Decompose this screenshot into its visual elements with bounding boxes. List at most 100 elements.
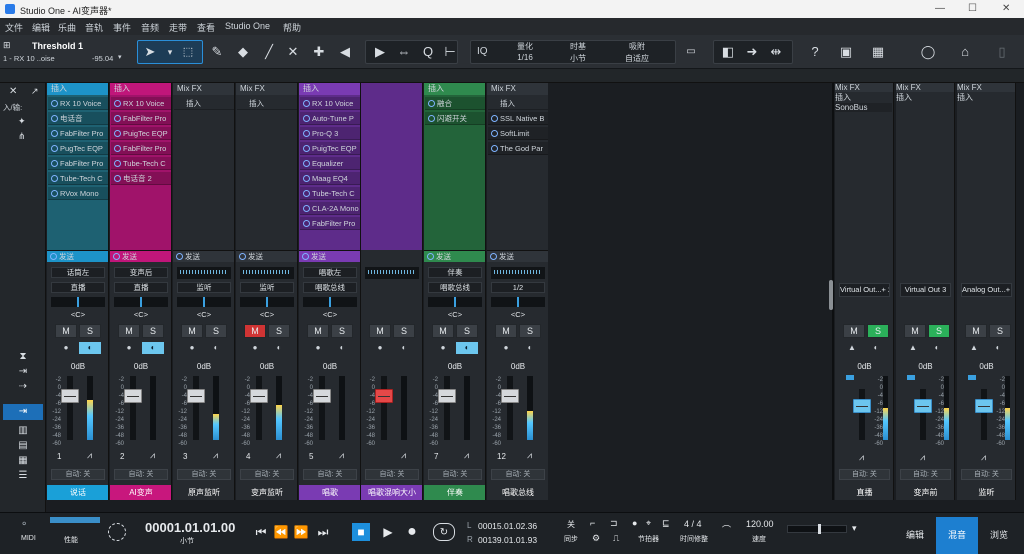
insert-slot[interactable]: FabFilter Pro bbox=[300, 217, 360, 230]
insert-slot[interactable]: RX 10 Voice bbox=[300, 97, 360, 110]
solo-button[interactable]: S bbox=[519, 324, 541, 338]
settings-icon[interactable]: ⚙ bbox=[592, 533, 600, 544]
pan-knob[interactable] bbox=[491, 297, 545, 307]
listen-icon[interactable]: ⊢ bbox=[440, 42, 460, 62]
channel-name[interactable]: AI变声 bbox=[110, 485, 171, 500]
volume-fader[interactable] bbox=[853, 399, 871, 413]
volume-fader[interactable] bbox=[61, 389, 79, 403]
power-icon[interactable] bbox=[302, 253, 309, 260]
record-arm-icon[interactable]: ● bbox=[495, 342, 517, 354]
automation-mode[interactable]: 自动: 关 bbox=[177, 469, 231, 480]
pan-knob[interactable] bbox=[51, 297, 105, 307]
pan-knob[interactable] bbox=[177, 297, 231, 307]
master-volume-slider[interactable] bbox=[787, 524, 847, 534]
send-header[interactable]: 发送 bbox=[487, 250, 548, 262]
insert-slot[interactable]: FabFilter Pro bbox=[111, 112, 171, 125]
power-icon[interactable] bbox=[427, 253, 434, 260]
output-select[interactable]: 直播 bbox=[114, 282, 168, 293]
monitor-icon[interactable]: ◐ bbox=[926, 342, 948, 354]
insert-slot[interactable]: RX 10 Voice bbox=[111, 97, 171, 110]
monitor-icon[interactable]: ◐ bbox=[79, 342, 101, 354]
automation-mode[interactable]: 自动: 关 bbox=[428, 469, 482, 480]
record-arm-icon[interactable]: ● bbox=[181, 342, 203, 354]
insert-slot[interactable]: PugTec EQP bbox=[48, 142, 108, 155]
input-select[interactable]: 话筒左 bbox=[51, 267, 105, 278]
mute-button[interactable]: M bbox=[181, 324, 203, 338]
pan-knob[interactable] bbox=[114, 297, 168, 307]
automation-mode[interactable]: 自动: 关 bbox=[961, 469, 1012, 480]
snap-value[interactable]: 自适应 bbox=[617, 53, 657, 64]
forward-end-icon[interactable]: ⏭ bbox=[314, 523, 332, 541]
automation-icon[interactable]: ⩘ bbox=[981, 452, 986, 463]
solo-button[interactable]: S bbox=[205, 324, 227, 338]
paint-icon[interactable]: ╱ bbox=[259, 42, 279, 62]
channel-name[interactable]: 直播 bbox=[835, 485, 893, 500]
insert-slot[interactable]: RX 10 Voice bbox=[48, 97, 108, 110]
automation-mode[interactable]: 自动: 关 bbox=[240, 469, 294, 480]
menu-view[interactable]: 查看 bbox=[197, 21, 215, 34]
click-icon[interactable]: ⎍ bbox=[613, 533, 619, 544]
monitor-icon[interactable]: ◐ bbox=[865, 342, 887, 354]
monitor-icon[interactable]: ◐ bbox=[519, 342, 541, 354]
input-select[interactable]: 唱歌左 bbox=[303, 267, 357, 278]
insert-slot[interactable]: 电话音 2 bbox=[111, 172, 171, 185]
insert-header[interactable]: Mix FX bbox=[173, 83, 234, 95]
output-select[interactable]: Virtual Out...+ 2 bbox=[839, 283, 890, 297]
output-select[interactable]: 唱歌总线 bbox=[428, 282, 482, 293]
automation-icon[interactable]: ⩘ bbox=[87, 450, 92, 461]
close-panel-icon[interactable]: ✕ bbox=[9, 86, 17, 97]
power-icon[interactable] bbox=[491, 115, 498, 122]
power-icon[interactable] bbox=[51, 175, 58, 182]
channel-name[interactable]: 变声监听 bbox=[236, 485, 297, 500]
channel-name[interactable]: 唱歌 bbox=[299, 485, 360, 500]
phase-icon[interactable]: ▲ bbox=[963, 342, 985, 354]
insert-slot[interactable]: 插入 bbox=[835, 92, 892, 103]
record-arm-icon[interactable]: ● bbox=[244, 342, 266, 354]
volume-fader[interactable] bbox=[914, 399, 932, 413]
automation-mode[interactable]: 自动: 关 bbox=[114, 469, 168, 480]
menu-audio[interactable]: 音频 bbox=[141, 21, 159, 34]
insert-slot[interactable]: SSL Native B bbox=[488, 112, 548, 125]
insert-header[interactable]: 插入 bbox=[424, 83, 485, 95]
solo-button[interactable]: S bbox=[989, 324, 1011, 338]
insert-slot[interactable]: 插入 bbox=[488, 97, 548, 110]
split-cursor-icon[interactable]: ⇹ bbox=[766, 42, 786, 62]
plugin-icon[interactable]: ⊞ bbox=[3, 40, 13, 50]
sync-value[interactable]: 关 bbox=[567, 519, 575, 530]
menu-transport[interactable]: 走带 bbox=[169, 21, 187, 34]
iq-button[interactable]: IQ bbox=[477, 46, 488, 57]
send-header[interactable]: 发送 bbox=[110, 250, 171, 262]
channel-name[interactable]: 唱歌总线 bbox=[487, 485, 548, 500]
pan-knob[interactable] bbox=[303, 297, 357, 307]
insert-slot[interactable]: Maag EQ4 bbox=[300, 172, 360, 185]
power-icon[interactable] bbox=[491, 145, 498, 152]
stretch-icon[interactable]: ⇔ bbox=[394, 42, 414, 62]
play-icon[interactable]: ▶ bbox=[379, 523, 397, 541]
mixer-scrollbar[interactable] bbox=[829, 280, 833, 310]
insert-header[interactable] bbox=[361, 83, 422, 95]
insert-slot[interactable]: 插入 bbox=[174, 97, 234, 110]
menu-edit[interactable]: 编辑 bbox=[32, 21, 50, 34]
power-icon[interactable] bbox=[303, 175, 310, 182]
automation-mode[interactable]: 自动: 关 bbox=[839, 469, 890, 480]
insert-slot[interactable]: 插入 bbox=[896, 92, 953, 103]
output-select[interactable]: Analog Out...+ 2 bbox=[961, 283, 1012, 297]
io-label[interactable]: 入/输: bbox=[3, 102, 22, 113]
tab-browse[interactable]: 浏览 bbox=[978, 517, 1020, 554]
tempo-value[interactable]: 120.00 bbox=[746, 519, 774, 529]
insert-slot[interactable]: PuigTec EQP bbox=[111, 127, 171, 140]
insert-toggle-icon[interactable]: ⇢ bbox=[3, 379, 43, 394]
volume-fader[interactable] bbox=[375, 389, 393, 403]
insert-header[interactable]: Mix FX bbox=[957, 83, 1015, 92]
insert-header[interactable]: 插入 bbox=[47, 83, 108, 95]
monitor-icon[interactable]: ◐ bbox=[331, 342, 353, 354]
tree-icon[interactable]: ⋔ bbox=[18, 131, 26, 142]
output-select[interactable]: Virtual Out 3 bbox=[900, 283, 951, 297]
time-signature[interactable]: 4 / 4 bbox=[684, 519, 702, 529]
automation-icon[interactable]: ⩘ bbox=[276, 450, 281, 461]
console-icon[interactable]: ▥ bbox=[3, 423, 43, 438]
collapse-icon[interactable]: ⧗ bbox=[3, 349, 43, 364]
pencil-icon[interactable]: ✎ bbox=[207, 42, 227, 62]
volume-fader[interactable] bbox=[975, 399, 993, 413]
speaker-icon[interactable]: ◀ bbox=[335, 42, 355, 62]
